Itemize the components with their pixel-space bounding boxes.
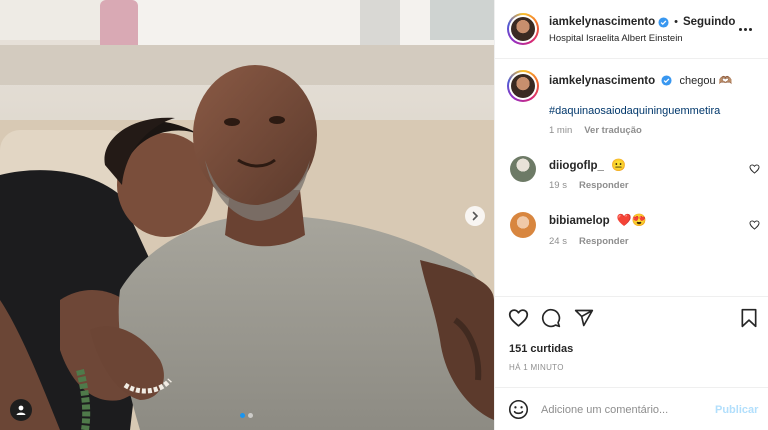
carousel-next-button[interactable]: [465, 206, 485, 226]
post-photo[interactable]: [0, 0, 494, 430]
see-translation-link[interactable]: Ver tradução: [584, 125, 642, 136]
caption-meta: 1 min Ver tradução: [549, 125, 642, 136]
user-tag-button[interactable]: [10, 399, 32, 421]
commenter-avatar[interactable]: [510, 212, 536, 238]
share-icon[interactable]: [574, 308, 594, 328]
post-location[interactable]: Hospital Israelita Albert Einstein: [549, 33, 683, 44]
comment-item: diiogoflp_ 😐 19 s Responder: [495, 150, 768, 198]
author-avatar[interactable]: [507, 13, 539, 45]
reply-button[interactable]: Responder: [579, 180, 629, 191]
publish-button[interactable]: Publicar: [715, 404, 758, 416]
comment-meta: 19 s Responder: [549, 180, 629, 191]
header-separator: •: [674, 16, 678, 28]
commenter-avatar[interactable]: [510, 156, 536, 182]
like-comment-icon[interactable]: [749, 164, 760, 174]
caption-block: iamkelynascimento chegou 🫶🏽 #daquinaosai…: [495, 59, 768, 139]
reply-button[interactable]: Responder: [579, 236, 629, 247]
carousel-dot: [248, 413, 253, 418]
comment-icon[interactable]: [541, 308, 561, 328]
more-options-button[interactable]: [739, 22, 757, 36]
comment-time: 24 s: [549, 236, 567, 247]
action-bar: [495, 296, 768, 338]
caption-time: 1 min: [549, 125, 573, 136]
verified-badge-icon: [661, 75, 672, 86]
author-username[interactable]: iamkelynascimento: [549, 16, 655, 28]
emoji-icon[interactable]: [508, 399, 529, 420]
bookmark-icon[interactable]: [740, 308, 758, 328]
comment-meta: 24 s Responder: [549, 236, 629, 247]
user-tag-icon: [16, 405, 26, 415]
carousel-dot: [240, 413, 245, 418]
chevron-right-icon: [472, 211, 479, 221]
comment-text: 😐: [611, 158, 627, 172]
caption-hashtag[interactable]: #daquinaosaiodaquininguemmetira: [549, 105, 720, 117]
comment-username[interactable]: diiogoflp_: [549, 160, 604, 172]
heart-icon[interactable]: [508, 308, 529, 328]
verified-badge-icon: [658, 16, 669, 28]
like-count[interactable]: 151 curtidas: [509, 343, 573, 355]
caption-text: chegou 🫶🏽: [679, 75, 733, 87]
carousel-indicator: [240, 413, 253, 418]
more-horizontal-icon: [739, 27, 742, 31]
caption-line: iamkelynascimento chegou 🫶🏽: [549, 74, 732, 87]
comment-composer: Publicar: [495, 387, 768, 430]
selfie-photo: [0, 0, 494, 430]
post-header: iamkelynascimento • Seguindo Hospital Is…: [495, 0, 768, 59]
post-side-panel: iamkelynascimento • Seguindo Hospital Is…: [494, 0, 768, 430]
like-comment-icon[interactable]: [749, 220, 760, 230]
comment-time: 19 s: [549, 180, 567, 191]
caption-username[interactable]: iamkelynascimento: [549, 75, 655, 87]
comment-text: ❤️😍: [616, 213, 647, 227]
comment-item: bibiamelop ❤️😍 24 s Responder: [495, 206, 768, 254]
caption-avatar[interactable]: [507, 70, 539, 102]
post-timestamp: HÁ 1 MINUTO: [509, 363, 564, 372]
comment-username[interactable]: bibiamelop: [549, 215, 610, 227]
following-button[interactable]: Seguindo: [683, 16, 735, 28]
comment-input[interactable]: [541, 399, 701, 421]
